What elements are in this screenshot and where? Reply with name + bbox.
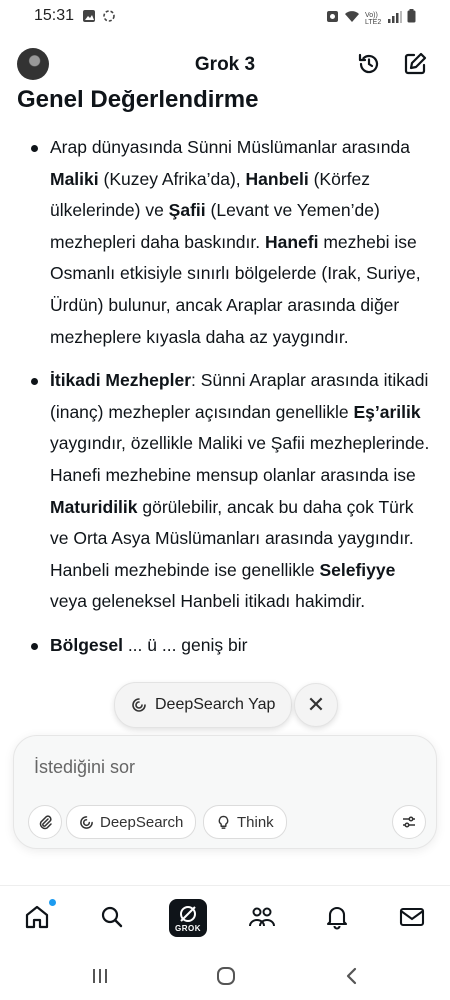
edit-icon — [404, 52, 427, 75]
app-header: Grok 3 — [0, 40, 450, 90]
signal-icon — [388, 10, 402, 28]
status-time: 15:31 — [34, 7, 75, 24]
bullet-item: Bölgesel ... ü ... geniş bir — [0, 630, 450, 662]
sliders-icon — [403, 816, 415, 828]
image-icon — [82, 9, 96, 28]
nav-home[interactable] — [22, 899, 56, 932]
nav-communities[interactable] — [247, 902, 277, 932]
wifi-icon — [344, 10, 360, 28]
deepsearch-suggestion-label: DeepSearch Yap — [155, 696, 276, 713]
new-chat-button[interactable] — [402, 51, 428, 77]
history-button[interactable] — [356, 51, 382, 77]
status-right-icons: Vo)) LTE2 — [326, 9, 416, 28]
nav-search[interactable] — [97, 902, 127, 932]
history-icon — [358, 53, 379, 74]
home-icon — [25, 905, 49, 929]
paperclip-icon — [39, 815, 52, 830]
deepsearch-icon — [80, 815, 93, 829]
bold-term: Şafii — [168, 200, 206, 221]
bullet-text: veya geleneksel Hanbeli itikadı hakimdir… — [50, 591, 366, 612]
people-icon — [249, 907, 275, 927]
chat-content[interactable]: Genel Değerlendirme Arap dünyasında Sünn… — [0, 80, 450, 740]
composer: DeepSearch Think — [13, 735, 437, 849]
battery-icon — [407, 9, 416, 28]
notification-dot — [49, 899, 56, 906]
grok-label: GROK — [175, 923, 201, 933]
bold-term: Maturidilik — [50, 496, 138, 517]
section-heading: Genel Değerlendirme — [17, 86, 259, 113]
think-button-label: Think — [237, 813, 274, 831]
nav-notifications[interactable] — [322, 902, 352, 932]
grok-icon — [180, 905, 196, 922]
bell-icon — [326, 906, 348, 930]
sync-icon — [102, 9, 116, 28]
search-icon — [101, 906, 123, 928]
bullet-text: (Kuzey Afrika’da), — [98, 168, 246, 189]
deepsearch-icon — [132, 698, 146, 712]
bold-term: Hanefi — [265, 231, 319, 252]
status-left-icons — [82, 9, 116, 28]
home-system-button[interactable] — [214, 964, 238, 988]
nav-grok[interactable]: GROK — [169, 899, 207, 937]
android-nav — [0, 950, 450, 1000]
home-circle-icon — [217, 967, 235, 985]
bullet-dot — [31, 145, 38, 152]
attach-button[interactable] — [28, 805, 62, 839]
bold-term: Maliki — [50, 168, 99, 189]
bullet-dot — [31, 642, 38, 650]
app-title: Grok 3 — [194, 54, 256, 75]
bullet-item: Arap dünyasında Sünni Müslümanlar arasın… — [0, 132, 450, 353]
model-settings-button[interactable] — [392, 805, 426, 839]
back-button[interactable] — [340, 964, 364, 988]
nav-messages[interactable] — [397, 902, 427, 932]
bold-term: İtikadi Mezhepler — [50, 370, 192, 391]
bottom-nav: GROK — [0, 885, 450, 950]
bold-term: Eş’arilik — [353, 401, 421, 422]
lightbulb-icon — [218, 815, 229, 829]
bullet-item: İtikadi Mezhepler: Sünni Araplar arasınd… — [0, 365, 450, 618]
bold-term: Bölgesel — [50, 634, 123, 655]
prompt-input[interactable] — [32, 756, 416, 779]
bold-term: Selefiyye — [319, 559, 396, 580]
alarm-icon — [326, 9, 339, 28]
bullet-text: ... ü ... geniş bir — [122, 634, 248, 655]
volte-icon: Vo)) LTE2 — [365, 11, 382, 26]
deepsearch-button[interactable]: DeepSearch — [66, 805, 197, 839]
recents-button[interactable] — [88, 964, 112, 988]
status-bar: 15:31 Vo)) LTE2 — [0, 0, 450, 34]
bullet-text: Arap dünyasında Sünni Müslümanlar arasın… — [50, 137, 410, 157]
recents-icon — [93, 969, 107, 983]
deepsearch-suggestion-chip[interactable]: DeepSearch Yap — [114, 682, 293, 728]
dismiss-suggestion-button[interactable]: ✕ — [294, 683, 338, 727]
bullet-text: yaygındır, özellikle Maliki ve Şafii mez… — [50, 433, 430, 485]
back-icon — [346, 967, 357, 985]
mail-icon — [399, 907, 425, 927]
bullet-dot — [31, 378, 38, 386]
close-icon: ✕ — [306, 692, 326, 717]
bold-term: Hanbeli — [245, 168, 309, 189]
deepsearch-button-label: DeepSearch — [100, 813, 184, 831]
bullet-list: Arap dünyasında Sünni Müslümanlar arasın… — [0, 132, 450, 674]
think-button[interactable]: Think — [203, 805, 287, 839]
